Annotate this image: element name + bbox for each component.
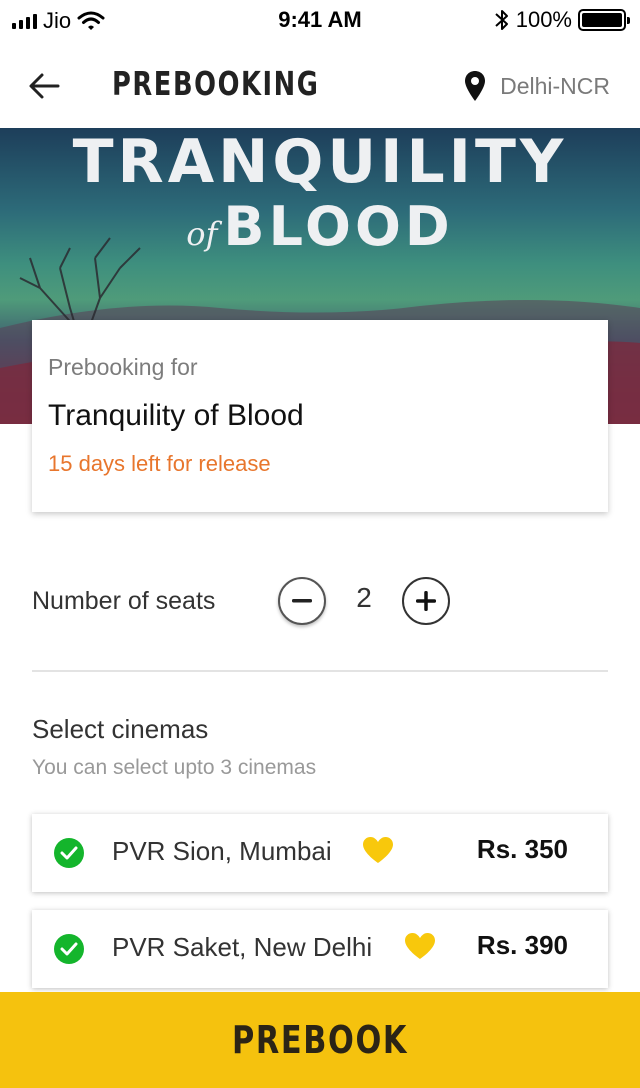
status-bar: Jio 9:41 AM 100% [0,0,640,40]
cinema-name: PVR Sion, Mumbai [112,836,332,866]
plus-icon [416,591,436,611]
banner-title: TRANQUILITY of BLOOD [0,130,640,263]
location-pin-icon [465,71,486,101]
banner-title-word: BLOOD [223,195,454,258]
seats-row: Number of seats 2 [32,574,608,628]
location-selector[interactable]: Delhi-NCR [464,70,610,102]
prebooking-card: Prebooking for Tranquility of Blood 15 d… [32,320,608,512]
select-cinemas-heading: Select cinemas [32,714,209,744]
banner-title-of: of [186,215,218,253]
cinema-row[interactable]: PVR Saket, New Delhi Rs. 390 [32,910,608,988]
bluetooth-icon [495,10,508,30]
cinema-row[interactable]: PVR Sion, Mumbai Rs. 350 [32,814,608,892]
increase-seats-button[interactable] [402,577,450,625]
release-countdown: 15 days left for release [48,451,271,476]
seats-count: 2 [356,582,372,613]
cinema-name: PVR Saket, New Delhi [112,932,373,962]
location-label: Delhi-NCR [500,72,610,99]
page-title: PREBOOKING [112,64,320,103]
back-arrow-icon [29,73,60,99]
prebooking-for-label: Prebooking for [48,354,198,380]
minus-icon [292,599,312,603]
battery-fill [582,13,622,27]
back-button[interactable] [24,66,64,106]
movie-title: Tranquility of Blood [48,399,304,432]
prebook-button-label: PREBOOK [231,1018,409,1062]
status-right: 100% [494,7,630,33]
app-header: PREBOOKING Delhi-NCR [0,42,640,128]
check-circle-icon [54,934,84,964]
prebook-button[interactable]: PREBOOK [0,992,640,1088]
heart-icon[interactable] [404,932,436,960]
check-circle-icon [54,838,84,868]
divider [32,670,608,672]
cinema-price: Rs. 390 [476,930,568,960]
battery-icon [578,9,630,31]
battery-percent: 100% [515,7,572,32]
banner-title-line2: of BLOOD [0,198,640,263]
cinema-price: Rs. 350 [476,834,568,864]
banner-title-line1: TRANQUILITY [72,128,568,197]
heart-icon[interactable] [362,836,394,864]
select-cinemas-subtitle: You can select upto 3 cinemas [32,756,317,779]
decrease-seats-button[interactable] [278,577,326,625]
seats-label: Number of seats [32,586,216,615]
